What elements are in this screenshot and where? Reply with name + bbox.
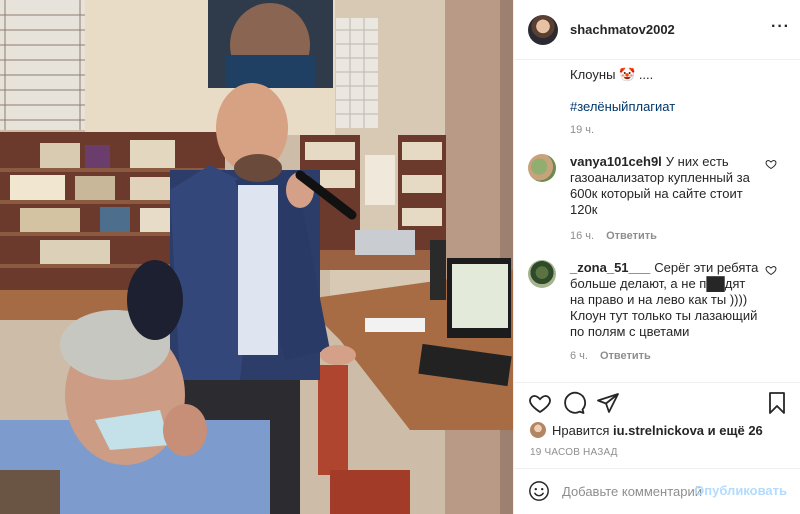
- comment-meta: 6 ч. Ответить: [570, 350, 651, 362]
- liker-username[interactable]: iu.strelnickova: [613, 423, 704, 438]
- comment-heart-icon[interactable]: [765, 264, 777, 276]
- more-options-icon[interactable]: ···: [771, 19, 789, 38]
- reply-button[interactable]: Ответить: [600, 350, 651, 362]
- hashtag-link[interactable]: #зелёныйплагиат: [570, 98, 785, 116]
- likes-others[interactable]: и ещё 26: [708, 423, 763, 438]
- liker-avatar[interactable]: [530, 422, 546, 438]
- comment-icon[interactable]: [562, 391, 586, 415]
- paper-plane-icon[interactable]: [596, 391, 620, 415]
- comment-heart-icon[interactable]: [765, 158, 777, 170]
- publish-button[interactable]: Опубликовать: [694, 483, 787, 498]
- post-caption: Клоуны 🤡 .... #зелёныйплагиат: [570, 66, 785, 116]
- commenter-avatar[interactable]: [528, 260, 556, 288]
- add-comment-bar: Опубликовать: [514, 468, 800, 514]
- comment-body: vanya101ceh9l У них есть газоанализатор к…: [570, 154, 760, 218]
- comment-input[interactable]: [562, 481, 702, 501]
- bookmark-icon[interactable]: [765, 391, 789, 415]
- post-panel: shachmatov2002 ··· Клоуны 🤡 .... #зелёны…: [513, 0, 800, 514]
- comment-body: _zona_51___ Серёг эти ребята больше делаю…: [570, 260, 760, 340]
- heart-icon[interactable]: [528, 391, 552, 415]
- caption-text: Клоуны 🤡 ....: [570, 67, 654, 82]
- action-bar: [514, 382, 800, 422]
- author-avatar[interactable]: [528, 15, 558, 45]
- caption-time: 19 ч.: [570, 124, 595, 136]
- comment-time: 6 ч.: [570, 350, 588, 362]
- comment-username[interactable]: _zona_51___: [570, 260, 650, 275]
- comment-meta: 16 ч. Ответить: [570, 230, 657, 242]
- likes-summary: Нравится iu.strelnickova и ещё 26: [530, 420, 763, 440]
- reply-button[interactable]: Ответить: [606, 230, 657, 242]
- commenter-avatar[interactable]: [528, 154, 556, 182]
- emoji-icon[interactable]: [528, 480, 550, 502]
- comment-time: 16 ч.: [570, 230, 595, 242]
- likes-prefix: Нравится: [552, 422, 610, 438]
- post-header: shachmatov2002 ···: [514, 0, 800, 60]
- photo-illustration: [0, 0, 513, 514]
- comments-section[interactable]: Клоуны 🤡 .... #зелёныйплагиат 19 ч. vany…: [514, 60, 800, 382]
- post-timestamp: 19 ЧАСОВ НАЗАД: [530, 447, 618, 458]
- comment-username[interactable]: vanya101ceh9l: [570, 154, 662, 169]
- post-photo[interactable]: [0, 0, 513, 514]
- author-username[interactable]: shachmatov2002: [570, 22, 675, 37]
